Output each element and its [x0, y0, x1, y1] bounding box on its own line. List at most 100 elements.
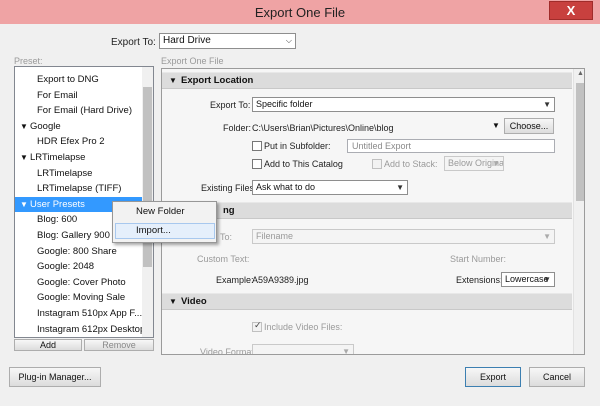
preset-label-text: Google: Cover Photo	[37, 276, 126, 288]
plugin-manager-button[interactable]: Plug-in Manager...	[9, 367, 101, 387]
folder-path: C:\Users\Brian\Pictures\Online\blog	[252, 123, 394, 133]
chevron-down-icon: ▼	[342, 347, 350, 355]
export-settings-panel: ▼ Export Location Export To: Specific fo…	[161, 68, 585, 355]
extensions-label: Extensions:	[456, 275, 503, 285]
preset-item[interactable]: Google: 2048	[15, 259, 143, 274]
section-title: Export Location	[181, 75, 254, 86]
location-export-to-label: Export To:	[210, 100, 251, 110]
preset-item[interactable]: HDR Efex Pro 2	[15, 134, 143, 149]
subfolder-input[interactable]: Untitled Export	[347, 139, 555, 153]
custom-text-label: Custom Text:	[197, 254, 250, 264]
collapse-triangle-icon: ▼	[169, 76, 177, 85]
add-to-stack-label: Add to Stack:	[384, 159, 438, 169]
preset-label-text: Instagram 612px Desktop	[37, 323, 146, 335]
title-bar: Export One File X	[0, 0, 600, 24]
folder-label: Folder:	[223, 123, 252, 133]
include-video-checkbox[interactable]	[252, 320, 262, 332]
chevron-down-icon: ▼	[543, 275, 551, 284]
video-format-label: Video Format:	[200, 347, 257, 355]
export-to-select[interactable]: Hard Drive ⌵	[159, 33, 296, 49]
existing-files-label: Existing Files:	[201, 183, 257, 193]
include-video-label: Include Video Files:	[264, 322, 343, 332]
folder-expand-triangle-icon[interactable]: ▼	[20, 119, 30, 134]
chevron-down-icon: ▼	[543, 232, 551, 241]
preset-label-text: Export to DNG	[37, 74, 99, 85]
context-menu: New Folder Import...	[112, 201, 217, 243]
extensions-select[interactable]: Lowercase ▼	[501, 272, 555, 287]
export-to-label: Export To:	[111, 37, 156, 48]
choose-folder-button[interactable]: Choose...	[504, 118, 554, 134]
menu-item-new-folder[interactable]: New Folder	[115, 204, 215, 220]
preset-label-text: HDR Efex Pro 2	[37, 136, 105, 148]
existing-files-value: Ask what to do	[256, 182, 316, 192]
preset-folder[interactable]: ▼ Google	[15, 119, 143, 134]
collapse-triangle-icon: ▼	[169, 297, 177, 306]
chevron-down-icon: ▼	[492, 159, 500, 168]
preset-item[interactable]: LRTimelapse (TIFF)	[15, 181, 143, 196]
chevron-down-icon: ▼	[543, 100, 551, 109]
example-filename: A59A9389.jpg	[252, 275, 309, 285]
location-export-to-select[interactable]: Specific folder ▼	[252, 97, 555, 112]
video-format-select[interactable]: ▼	[252, 344, 354, 355]
preset-item[interactable]: Google: 800 Share	[15, 244, 143, 259]
preset-item[interactable]: For Email	[15, 88, 143, 103]
location-export-to-value: Specific folder	[256, 99, 313, 109]
preset-label-text: Google: Moving Sale	[37, 292, 126, 304]
folder-expand-triangle-icon[interactable]: ▼	[20, 150, 30, 165]
preset-label-text: Blog: Gallery 900	[37, 230, 110, 241]
preset-label-text: User Presets	[30, 198, 85, 210]
add-preset-button[interactable]: Add	[14, 339, 82, 351]
preset-item[interactable]: Google: Moving Sale	[15, 290, 143, 305]
extensions-value: Lowercase	[505, 274, 549, 284]
section-export-location[interactable]: ▼ Export Location	[162, 72, 572, 89]
preset-item[interactable]: Instagram 612px Desktop	[15, 322, 146, 337]
preset-label-text: Google: 2048	[37, 261, 95, 273]
example-label: Example:	[216, 275, 254, 285]
close-button[interactable]: X	[549, 1, 593, 20]
preset-label-text: Google	[30, 120, 61, 132]
settings-scrollbar[interactable]: ▲	[573, 69, 584, 354]
existing-files-select[interactable]: Ask what to do ▼	[252, 180, 408, 195]
preset-label-text: LRTimelapse	[37, 167, 93, 179]
remove-preset-button[interactable]: Remove	[84, 339, 154, 351]
section-video[interactable]: ▼ Video	[162, 293, 572, 310]
preset-label-text: LRTimelapse (TIFF)	[37, 183, 122, 195]
window-title: Export One File	[254, 5, 346, 20]
preset-item[interactable]: LRTimelapse	[15, 166, 143, 181]
add-to-catalog-checkbox[interactable]	[252, 159, 262, 169]
preset-label-text: Google: 800 Share	[37, 245, 117, 257]
section-title: ng	[223, 205, 235, 216]
preset-label-text: For Email	[37, 89, 78, 101]
preset-label-text: Blog: 600	[37, 214, 78, 226]
menu-item-import[interactable]: Import...	[115, 223, 215, 239]
preset-folder[interactable]: ▼ LRTimelapse	[15, 150, 143, 165]
preset-item[interactable]: For Email (Hard Drive)	[15, 103, 143, 118]
add-to-stack-checkbox[interactable]	[372, 159, 382, 169]
export-to-value: Hard Drive	[163, 35, 211, 46]
preset-label-text: LRTimelapse	[30, 152, 86, 163]
folder-expand-triangle-icon[interactable]: ▼	[20, 197, 30, 212]
preset-item[interactable]: Google: Cover Photo	[15, 275, 143, 290]
folder-history-dropdown-icon[interactable]: ▼	[492, 121, 500, 130]
chevron-down-icon: ⌵	[285, 36, 292, 45]
right-panel-header: Export One File	[161, 56, 224, 66]
preset-label-text: For Email (Hard Drive)	[37, 105, 133, 117]
section-file-naming[interactable]: ▼ ng	[162, 202, 572, 219]
preset-item[interactable]: Export to DNG	[15, 72, 143, 87]
preset-label: Preset:	[14, 56, 43, 66]
rename-template-value: Filename	[256, 231, 294, 241]
scroll-up-icon[interactable]: ▲	[577, 70, 584, 77]
rename-template-select[interactable]: Filename ▼	[252, 229, 555, 244]
settings-scroll-thumb[interactable]	[576, 83, 584, 201]
preset-label-text: Instagram 510px App F...	[37, 308, 143, 319]
stack-position-select[interactable]: Below Original ▼	[444, 156, 504, 171]
put-in-subfolder-label: Put in Subfolder:	[264, 141, 331, 151]
cancel-button[interactable]: Cancel	[529, 367, 585, 387]
section-title: Video	[181, 296, 207, 307]
preset-item[interactable]: Instagram 510px App F...	[15, 306, 143, 321]
put-in-subfolder-checkbox[interactable]	[252, 141, 262, 151]
start-number-label: Start Number:	[450, 254, 507, 264]
rename-to-label: To:	[220, 232, 233, 242]
add-to-catalog-label: Add to This Catalog	[264, 159, 343, 169]
export-button[interactable]: Export	[465, 367, 521, 387]
